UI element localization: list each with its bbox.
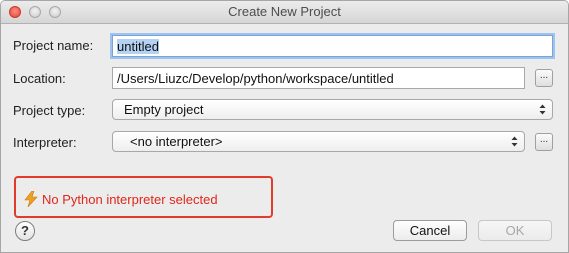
error-message: No Python interpreter selected: [42, 192, 218, 207]
location-browse-button[interactable]: ...: [535, 69, 553, 87]
cancel-button[interactable]: Cancel: [393, 220, 467, 241]
interpreter-select[interactable]: <no interpreter>: [112, 131, 525, 152]
create-project-dialog: Create New Project Project name: untitle…: [0, 0, 569, 253]
project-type-value: Empty project: [124, 102, 204, 117]
select-arrows-icon: [511, 136, 518, 147]
interpreter-label: Interpreter:: [13, 135, 77, 150]
location-input[interactable]: /Users/Liuzc/Develop/python/workspace/un…: [112, 67, 525, 89]
location-label: Location:: [13, 71, 66, 86]
project-type-label: Project type:: [13, 103, 86, 118]
interpreter-browse-button[interactable]: ...: [535, 133, 553, 151]
title-bar[interactable]: Create New Project: [1, 1, 568, 24]
error-panel: No Python interpreter selected: [14, 176, 273, 218]
project-name-value: untitled: [117, 39, 159, 54]
ok-button[interactable]: OK: [478, 220, 552, 241]
project-name-input[interactable]: untitled: [112, 35, 553, 57]
project-type-select[interactable]: Empty project: [112, 99, 553, 120]
help-button[interactable]: ?: [15, 221, 35, 241]
project-name-label: Project name:: [13, 38, 94, 53]
window-title: Create New Project: [228, 4, 341, 19]
select-arrows-icon: [539, 104, 546, 115]
location-value: /Users/Liuzc/Develop/python/workspace/un…: [117, 71, 394, 86]
lightning-bolt-icon: [24, 191, 38, 207]
interpreter-value: <no interpreter>: [130, 134, 223, 149]
